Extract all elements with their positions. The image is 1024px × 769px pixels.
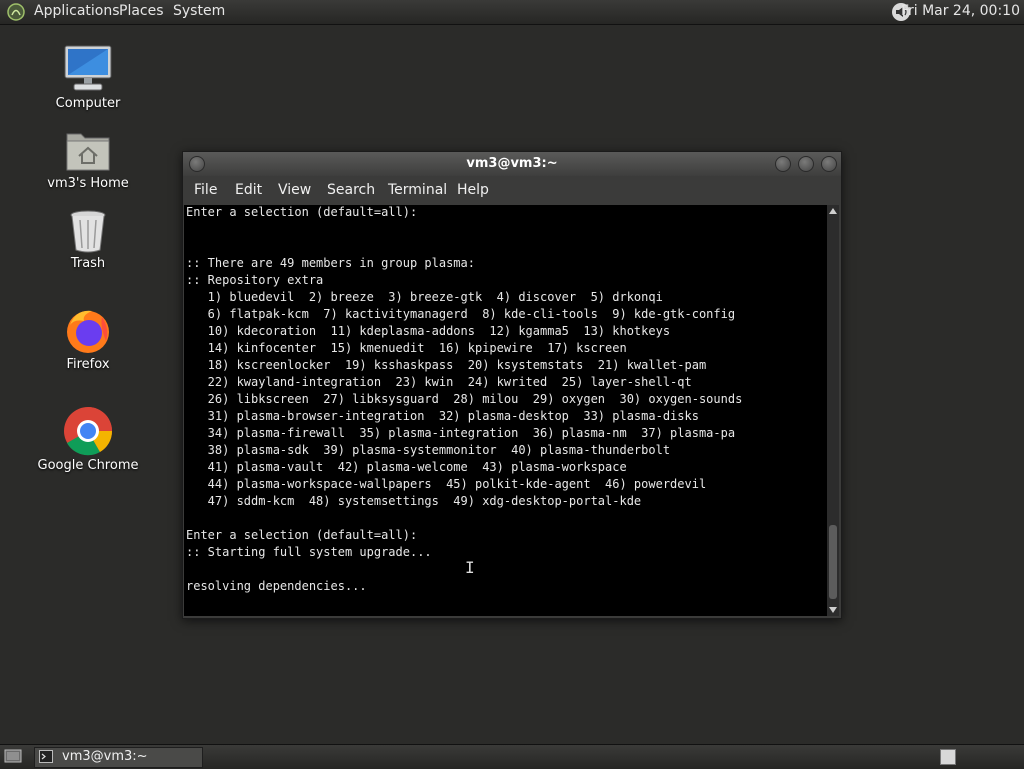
text-cursor-icon: I (465, 558, 475, 577)
terminal-line: Enter a selection (default=all): (186, 528, 418, 542)
terminal-window[interactable]: vm3@vm3:~ File Edit View Search Terminal… (182, 151, 842, 619)
desktop-icon-firefox[interactable]: Firefox (33, 307, 143, 372)
terminal-line: 10) kdecoration 11) kdeplasma-addons 12)… (186, 324, 671, 338)
terminal-icon (39, 750, 53, 763)
menu-edit[interactable]: Edit (235, 182, 262, 198)
terminal-line: 6) flatpak-kcm 7) kactivitymanagerd 8) k… (186, 307, 736, 321)
desktop-icon-label: Trash (70, 256, 106, 271)
scroll-up-icon[interactable] (829, 208, 837, 214)
terminal-line: 31) plasma-browser-integration 32) plasm… (186, 409, 699, 423)
terminal-scrollbar[interactable] (827, 205, 839, 616)
home-folder-icon (66, 133, 110, 171)
maximize-button[interactable] (798, 156, 814, 172)
terminal-line: 18) kscreenlocker 19) ksshaskpass 20) ks… (186, 358, 707, 372)
menu-file[interactable]: File (194, 182, 217, 198)
desktop-icon-chrome[interactable]: Google Chrome (33, 406, 143, 473)
scrollbar-thumb[interactable] (829, 525, 837, 599)
terminal-line: 22) kwayland-integration 23) kwin 24) kw… (186, 375, 692, 389)
window-menubar: File Edit View Search Terminal Help (183, 176, 841, 205)
show-desktop-icon[interactable] (4, 748, 22, 764)
mate-logo-icon[interactable] (7, 3, 25, 21)
computer-icon (64, 45, 112, 91)
workspace-switcher-icon[interactable] (940, 749, 956, 765)
trash-icon (70, 210, 106, 253)
menu-applications[interactable]: Applications (34, 3, 120, 19)
terminal-line: resolving dependencies... (186, 579, 367, 593)
desktop-icon-label: Computer (55, 96, 121, 111)
terminal-line: 26) libkscreen 27) libksysguard 28) milo… (186, 392, 743, 406)
close-button[interactable] (821, 156, 837, 172)
terminal-line: 44) plasma-workspace-wallpapers 45) polk… (186, 477, 707, 491)
desktop-icon-label: Firefox (66, 357, 110, 372)
terminal-line: 41) plasma-vault 42) plasma-welcome 43) … (186, 460, 627, 474)
window-title: vm3@vm3:~ (466, 156, 558, 171)
terminal-output[interactable]: Enter a selection (default=all)::: There… (184, 205, 827, 616)
chrome-icon (64, 407, 113, 456)
bottom-panel: vm3@vm3:~ (0, 744, 1024, 769)
desktop-icon-computer[interactable]: Computer (33, 44, 143, 111)
desktop-icon-label: vm3's Home (47, 176, 129, 191)
terminal-line: 14) kinfocenter 15) kmenuedit 16) kpipew… (186, 341, 627, 355)
firefox-icon (67, 310, 109, 353)
desktop-icon-trash[interactable]: Trash (33, 208, 143, 271)
menu-places[interactable]: Places (119, 3, 164, 19)
terminal-line: 1) bluedevil 2) breeze 3) breeze-gtk 4) … (186, 290, 663, 304)
taskbar-button-label: vm3@vm3:~ (62, 749, 148, 764)
menu-view[interactable]: View (278, 182, 311, 198)
terminal-line: Enter a selection (default=all): (186, 205, 418, 219)
terminal-line: :: Repository extra (186, 273, 324, 287)
terminal-line: 47) sddm-kcm 48) systemsettings 49) xdg-… (186, 494, 642, 508)
terminal-line: 34) plasma-firewall 35) plasma-integrati… (186, 426, 736, 440)
top-panel: Applications Places System Fri Mar 24, 0… (0, 0, 1024, 25)
desktop-icon-home[interactable]: vm3's Home (33, 126, 143, 191)
menu-system[interactable]: System (173, 3, 225, 19)
desktop-icon-label: Google Chrome (37, 458, 139, 473)
terminal-line: 38) plasma-sdk 39) plasma-systemmonitor … (186, 443, 671, 457)
menu-help[interactable]: Help (457, 182, 489, 198)
scroll-down-icon[interactable] (829, 607, 837, 613)
terminal-line: :: There are 49 members in group plasma: (186, 256, 475, 270)
menu-search[interactable]: Search (327, 182, 375, 198)
clock[interactable]: Fri Mar 24, 00:10 (901, 3, 1020, 19)
minimize-button[interactable] (775, 156, 791, 172)
taskbar-button-terminal[interactable]: vm3@vm3:~ (34, 747, 203, 768)
menu-terminal[interactable]: Terminal (388, 182, 447, 198)
window-titlebar[interactable]: vm3@vm3:~ (183, 152, 841, 176)
